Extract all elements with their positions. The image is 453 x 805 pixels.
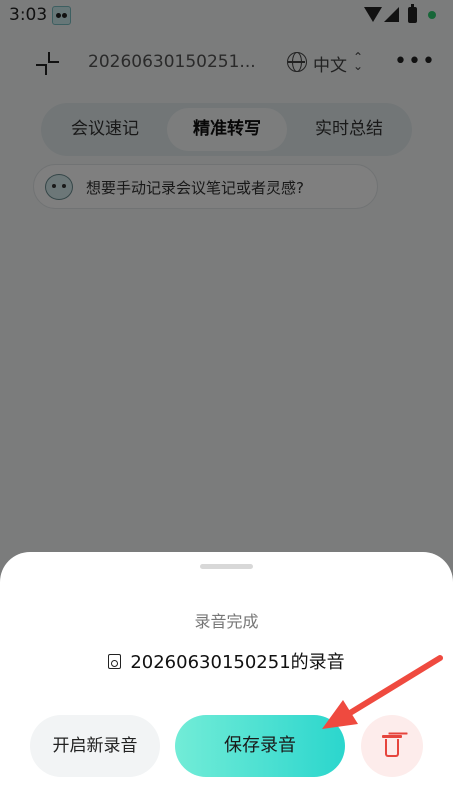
drag-handle[interactable] [200,564,253,569]
trash-icon [382,734,402,757]
sheet-status: 录音完成 [194,612,259,631]
new-recording-button[interactable]: 开启新录音 [30,715,160,777]
recording-name: 20260630150251的录音 [130,652,345,673]
audio-file-icon [108,654,122,669]
save-recording-button[interactable]: 保存录音 [175,715,345,777]
delete-recording-button[interactable] [361,715,423,777]
recording-complete-sheet: 录音完成 20260630150251的录音 开启新录音 保存录音 [0,552,453,805]
recording-name-row: 20260630150251的录音 [0,648,453,674]
